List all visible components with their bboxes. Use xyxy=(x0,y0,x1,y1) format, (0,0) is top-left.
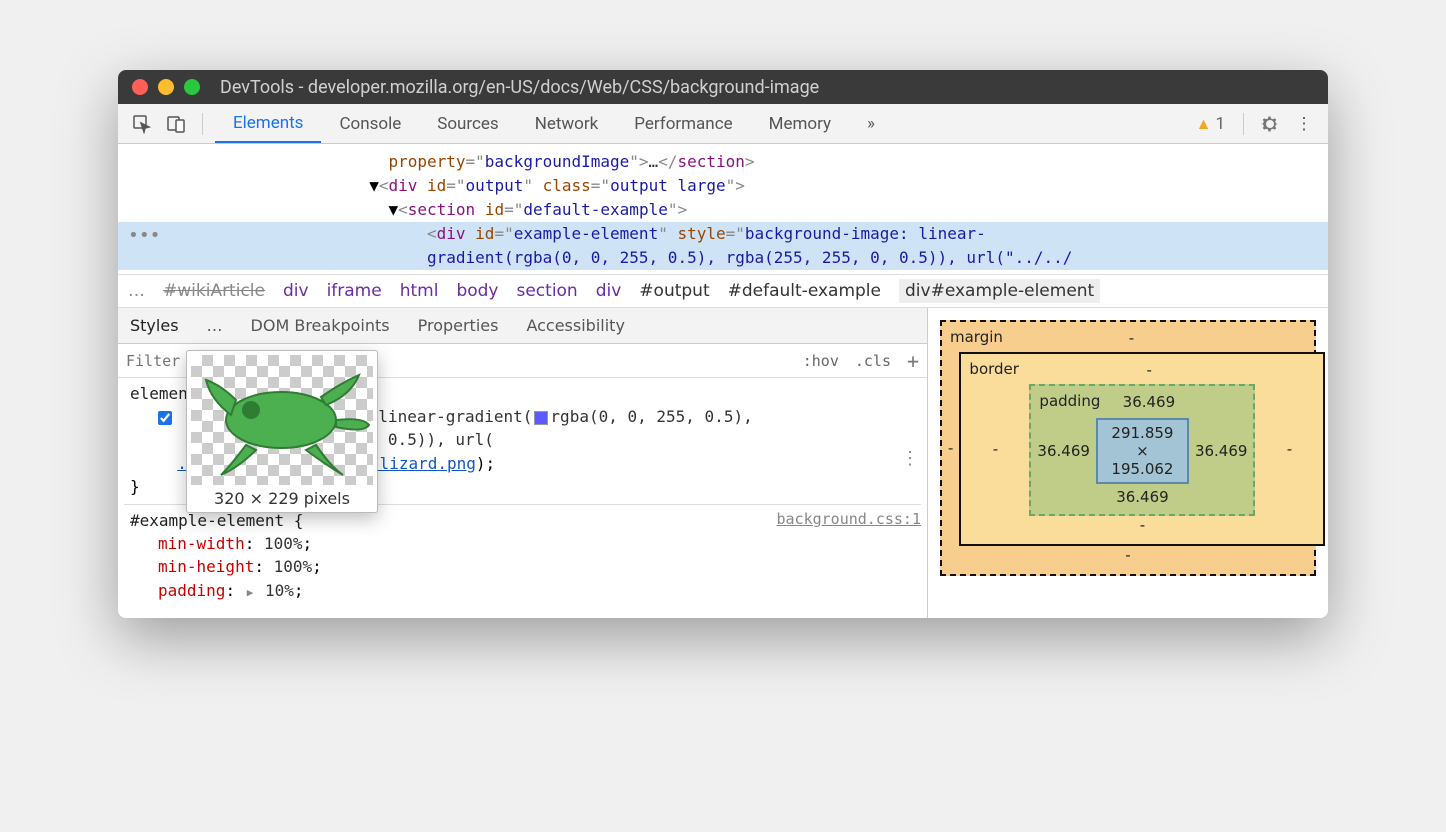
declaration[interactable]: padding: ▶ 10%; xyxy=(130,579,921,602)
warning-icon: ▲ xyxy=(1196,114,1212,134)
styles-tabs: Styles … DOM Breakpoints Properties Acce… xyxy=(118,308,927,344)
crumb[interactable]: html xyxy=(400,281,439,301)
titlebar: DevTools - developer.mozilla.org/en-US/d… xyxy=(118,70,1328,104)
tab-console[interactable]: Console xyxy=(321,104,419,143)
box-model-pane: margin- - border- - padding36.469 36.469… xyxy=(928,308,1328,618)
image-preview xyxy=(191,355,373,485)
crumb[interactable]: #output xyxy=(639,281,709,301)
dom-line[interactable]: ▼<div id="output" class="output large"> xyxy=(118,174,1328,198)
crumb[interactable]: div xyxy=(283,281,309,301)
declaration[interactable]: min-width: 100%; xyxy=(130,532,921,555)
close-window-button[interactable] xyxy=(132,79,148,95)
panel-tabs: Elements Console Sources Network Perform… xyxy=(215,104,893,143)
rule-source-link[interactable]: background.css:1 xyxy=(777,509,922,531)
color-swatch-icon[interactable] xyxy=(534,411,548,425)
ellipsis-icon[interactable]: ••• xyxy=(128,222,161,249)
box-padding[interactable]: padding36.469 36.469 291.859 × 195.062 3… xyxy=(1029,384,1255,516)
traffic-lights xyxy=(132,79,200,95)
rule-stylesheet[interactable]: background.css:1 #example-element { min-… xyxy=(124,504,921,602)
minimize-window-button[interactable] xyxy=(158,79,174,95)
tabs-overflow[interactable]: » xyxy=(849,104,893,143)
device-toggle-icon[interactable] xyxy=(162,110,190,138)
padding-label: padding xyxy=(1037,390,1102,414)
styles-tab-properties[interactable]: Properties xyxy=(418,316,499,335)
crumb[interactable]: #wikiArticle xyxy=(163,281,265,301)
image-dimensions: 320 × 229 pixels xyxy=(191,489,373,508)
crumb[interactable]: #default-example xyxy=(728,281,881,301)
box-border[interactable]: border- - padding36.469 36.469 291.859 ×… xyxy=(959,352,1325,546)
inspect-icon[interactable] xyxy=(128,110,156,138)
tab-performance[interactable]: Performance xyxy=(616,104,750,143)
dom-line[interactable]: ▼<section id="default-example"> xyxy=(118,198,1328,222)
styles-tab-accessibility[interactable]: Accessibility xyxy=(526,316,624,335)
dom-line[interactable]: property="backgroundImage">…</section> xyxy=(118,150,1328,174)
maximize-window-button[interactable] xyxy=(184,79,200,95)
box-content[interactable]: 291.859 × 195.062 xyxy=(1096,418,1189,484)
decl-toggle[interactable] xyxy=(158,411,172,425)
warnings-badge[interactable]: ▲ 1 xyxy=(1196,114,1225,134)
tab-network[interactable]: Network xyxy=(517,104,617,143)
styles-tab-overflow[interactable]: … xyxy=(207,316,223,335)
rule-menu-icon[interactable]: ⋮ xyxy=(901,446,919,472)
crumb[interactable]: body xyxy=(456,281,498,301)
tab-elements[interactable]: Elements xyxy=(215,104,321,143)
dom-line-selected[interactable]: gradient(rgba(0, 0, 255, 0.5), rgba(255,… xyxy=(118,246,1328,270)
main-toolbar: Elements Console Sources Network Perform… xyxy=(118,104,1328,144)
breadcrumbs[interactable]: … #wikiArticle div iframe html body sect… xyxy=(118,274,1328,308)
dom-tree[interactable]: property="backgroundImage">…</section> ▼… xyxy=(118,144,1328,274)
styles-tab-dom-breakpoints[interactable]: DOM Breakpoints xyxy=(251,316,390,335)
cls-toggle[interactable]: .cls xyxy=(847,352,899,370)
declaration[interactable]: min-height: 100%; xyxy=(130,555,921,578)
more-icon[interactable]: ⋮ xyxy=(1290,110,1318,138)
box-margin[interactable]: margin- - border- - padding36.469 36.469… xyxy=(940,320,1316,576)
toolbar-divider xyxy=(1243,113,1244,135)
border-label: border xyxy=(967,358,1021,382)
dom-line-selected[interactable]: ••• <div id="example-element" style="bac… xyxy=(118,222,1328,246)
crumb-overflow[interactable]: … xyxy=(128,281,145,301)
toolbar-divider xyxy=(202,113,203,135)
devtools-window: DevTools - developer.mozilla.org/en-US/d… xyxy=(118,70,1328,618)
image-preview-tooltip: 320 × 229 pixels xyxy=(186,350,378,513)
settings-icon[interactable] xyxy=(1256,110,1284,138)
crumb[interactable]: iframe xyxy=(327,281,382,301)
tab-sources[interactable]: Sources xyxy=(419,104,516,143)
hov-toggle[interactable]: :hov xyxy=(795,352,847,370)
tab-memory[interactable]: Memory xyxy=(751,104,849,143)
new-rule-button[interactable]: + xyxy=(899,349,927,373)
window-title: DevTools - developer.mozilla.org/en-US/d… xyxy=(220,77,819,98)
margin-label: margin xyxy=(948,326,1005,350)
crumb-current[interactable]: div#example-element xyxy=(899,279,1100,303)
crumb[interactable]: section xyxy=(516,281,577,301)
styles-tab-styles[interactable]: Styles xyxy=(130,316,179,335)
crumb[interactable]: div xyxy=(596,281,622,301)
warnings-count: 1 xyxy=(1215,114,1225,134)
